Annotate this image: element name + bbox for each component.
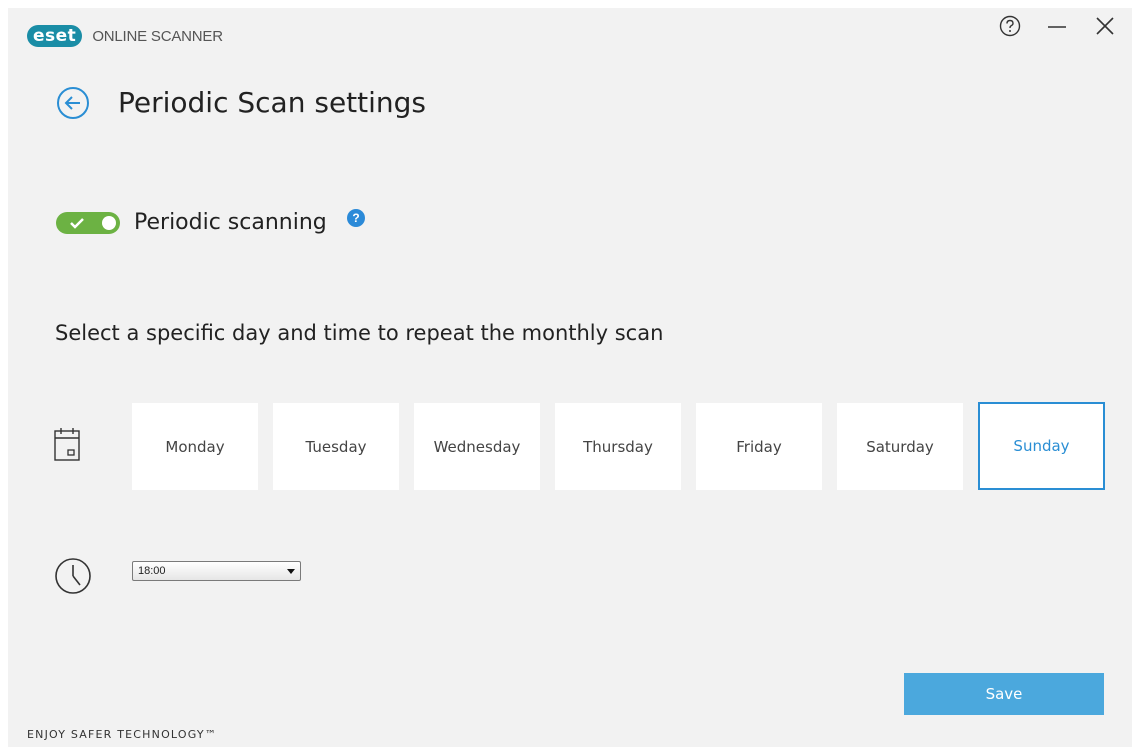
checkmark-icon xyxy=(70,218,84,229)
time-dropdown[interactable]: 18:00 xyxy=(132,561,301,581)
question-circle-icon xyxy=(999,15,1021,37)
clock-icon xyxy=(55,558,91,594)
day-monday[interactable]: Monday xyxy=(132,403,258,490)
toggle-knob xyxy=(102,216,116,230)
help-button[interactable] xyxy=(996,12,1024,40)
info-help-icon[interactable]: ? xyxy=(347,209,365,227)
schedule-instruction: Select a specific day and time to repeat… xyxy=(55,321,664,345)
day-selector: Monday Tuesday Wednesday Thursday Friday… xyxy=(132,402,1120,490)
periodic-scanning-label: Periodic scanning xyxy=(134,210,327,235)
day-sunday[interactable]: Sunday xyxy=(978,402,1105,490)
time-dropdown-value: 18:00 xyxy=(138,565,166,577)
page-title: Periodic Scan settings xyxy=(118,86,427,119)
close-icon xyxy=(1096,17,1114,35)
day-wednesday[interactable]: Wednesday xyxy=(414,403,540,490)
footer-tagline: ENJOY SAFER TECHNOLOGY™ xyxy=(27,728,218,741)
arrow-left-circle-icon xyxy=(57,87,89,119)
logo-badge: eset xyxy=(27,25,83,47)
day-tuesday[interactable]: Tuesday xyxy=(273,403,399,490)
day-friday[interactable]: Friday xyxy=(696,403,822,490)
periodic-scanning-toggle[interactable] xyxy=(56,212,120,234)
close-button[interactable] xyxy=(1089,12,1121,40)
minimize-button[interactable] xyxy=(1043,12,1071,40)
back-button[interactable] xyxy=(55,85,91,121)
calendar-icon xyxy=(54,428,80,461)
eset-logo: eset ONLINE SCANNER xyxy=(27,25,223,47)
day-thursday[interactable]: Thursday xyxy=(555,403,681,490)
minimize-icon xyxy=(1048,26,1066,28)
day-saturday[interactable]: Saturday xyxy=(837,403,963,490)
save-button[interactable]: Save xyxy=(904,673,1104,715)
logo-product-name: ONLINE SCANNER xyxy=(92,27,223,45)
dropdown-arrow-icon xyxy=(287,569,295,574)
